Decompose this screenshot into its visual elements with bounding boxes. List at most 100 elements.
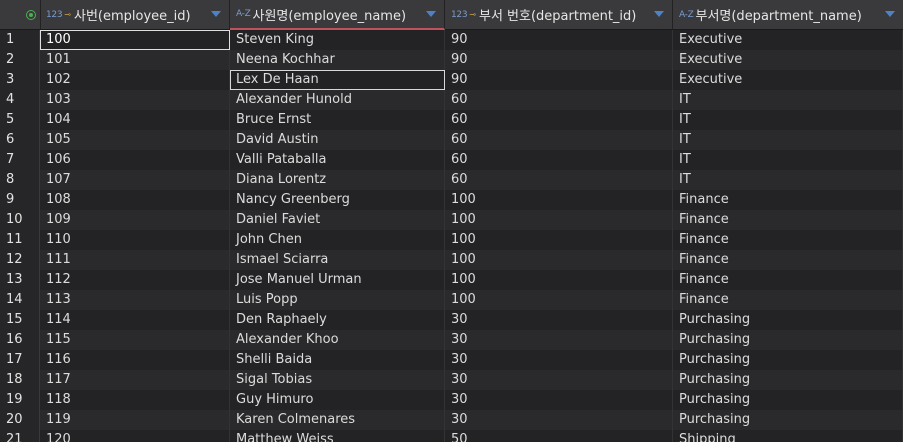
cell-employee-id[interactable]: 110 bbox=[40, 230, 230, 250]
cell-department-name[interactable]: Finance bbox=[673, 230, 903, 250]
cell-employee-id[interactable]: 105 bbox=[40, 130, 230, 150]
cell-department-name[interactable]: Finance bbox=[673, 190, 903, 210]
cell-employee-id[interactable]: 118 bbox=[40, 390, 230, 410]
cell-employee-id[interactable]: 117 bbox=[40, 370, 230, 390]
cell-employee-id[interactable]: 116 bbox=[40, 350, 230, 370]
cell-department-id[interactable]: 30 bbox=[445, 330, 673, 350]
table-row[interactable]: 16 115 Alexander Khoo 30 Purchasing bbox=[0, 330, 903, 350]
cell-department-id[interactable]: 30 bbox=[445, 370, 673, 390]
cell-employee-name[interactable]: Nancy Greenberg bbox=[230, 190, 445, 210]
row-number[interactable]: 10 bbox=[0, 210, 40, 230]
cell-employee-name[interactable]: Luis Popp bbox=[230, 290, 445, 310]
cell-employee-name[interactable]: Sigal Tobias bbox=[230, 370, 445, 390]
row-number[interactable]: 11 bbox=[0, 230, 40, 250]
cell-department-name[interactable]: Finance bbox=[673, 290, 903, 310]
table-row[interactable]: 19 118 Guy Himuro 30 Purchasing bbox=[0, 390, 903, 410]
cell-employee-id[interactable]: 109 bbox=[40, 210, 230, 230]
table-row[interactable]: 1 100 Steven King 90 Executive bbox=[0, 30, 903, 50]
cell-employee-id[interactable]: 103 bbox=[40, 90, 230, 110]
cell-employee-name[interactable]: Den Raphaely bbox=[230, 310, 445, 330]
cell-employee-name[interactable]: Lex De Haan bbox=[230, 70, 445, 90]
row-number[interactable]: 14 bbox=[0, 290, 40, 310]
row-number[interactable]: 9 bbox=[0, 190, 40, 210]
cell-employee-name[interactable]: Alexander Hunold bbox=[230, 90, 445, 110]
table-row[interactable]: 5 104 Bruce Ernst 60 IT bbox=[0, 110, 903, 130]
row-number[interactable]: 18 bbox=[0, 370, 40, 390]
chevron-down-icon[interactable] bbox=[211, 11, 221, 17]
table-row[interactable]: 8 107 Diana Lorentz 60 IT bbox=[0, 170, 903, 190]
cell-department-id[interactable]: 60 bbox=[445, 90, 673, 110]
cell-employee-name[interactable]: Shelli Baida bbox=[230, 350, 445, 370]
table-row[interactable]: 15 114 Den Raphaely 30 Purchasing bbox=[0, 310, 903, 330]
table-row[interactable]: 9 108 Nancy Greenberg 100 Finance bbox=[0, 190, 903, 210]
cell-department-id[interactable]: 100 bbox=[445, 230, 673, 250]
cell-department-name[interactable]: Shipping bbox=[673, 430, 903, 442]
row-number[interactable]: 13 bbox=[0, 270, 40, 290]
row-number[interactable]: 4 bbox=[0, 90, 40, 110]
cell-department-name[interactable]: Purchasing bbox=[673, 350, 903, 370]
cell-department-name[interactable]: Purchasing bbox=[673, 410, 903, 430]
cell-employee-name[interactable]: Bruce Ernst bbox=[230, 110, 445, 130]
row-number[interactable]: 2 bbox=[0, 50, 40, 70]
column-header-department-id[interactable]: 123 ⊸ 부서 번호(department_id) bbox=[445, 0, 673, 29]
row-number[interactable]: 21 bbox=[0, 430, 40, 442]
table-row[interactable]: 12 111 Ismael Sciarra 100 Finance bbox=[0, 250, 903, 270]
cell-employee-id[interactable]: 112 bbox=[40, 270, 230, 290]
table-row[interactable]: 3 102 Lex De Haan 90 Executive bbox=[0, 70, 903, 90]
cell-department-id[interactable]: 60 bbox=[445, 110, 673, 130]
chevron-down-icon[interactable] bbox=[885, 11, 895, 17]
cell-department-name[interactable]: Purchasing bbox=[673, 310, 903, 330]
cell-department-name[interactable]: Executive bbox=[673, 70, 903, 90]
cell-department-id[interactable]: 100 bbox=[445, 270, 673, 290]
cell-employee-name[interactable]: Matthew Weiss bbox=[230, 430, 445, 442]
cell-employee-name[interactable]: Jose Manuel Urman bbox=[230, 270, 445, 290]
table-row[interactable]: 21 120 Matthew Weiss 50 Shipping bbox=[0, 430, 903, 442]
cell-employee-id[interactable]: 100 bbox=[40, 30, 230, 50]
cell-department-name[interactable]: Finance bbox=[673, 270, 903, 290]
table-row[interactable]: 20 119 Karen Colmenares 30 Purchasing bbox=[0, 410, 903, 430]
row-number[interactable]: 3 bbox=[0, 70, 40, 90]
cell-employee-id[interactable]: 111 bbox=[40, 250, 230, 270]
table-row[interactable]: 4 103 Alexander Hunold 60 IT bbox=[0, 90, 903, 110]
row-number[interactable]: 19 bbox=[0, 390, 40, 410]
table-row[interactable]: 17 116 Shelli Baida 30 Purchasing bbox=[0, 350, 903, 370]
cell-department-id[interactable]: 30 bbox=[445, 410, 673, 430]
row-number[interactable]: 15 bbox=[0, 310, 40, 330]
cell-employee-name[interactable]: Daniel Faviet bbox=[230, 210, 445, 230]
cell-employee-id[interactable]: 114 bbox=[40, 310, 230, 330]
cell-department-id[interactable]: 30 bbox=[445, 310, 673, 330]
cell-employee-name[interactable]: David Austin bbox=[230, 130, 445, 150]
row-number[interactable]: 20 bbox=[0, 410, 40, 430]
cell-department-name[interactable]: Executive bbox=[673, 30, 903, 50]
cell-employee-name[interactable]: Neena Kochhar bbox=[230, 50, 445, 70]
chevron-down-icon[interactable] bbox=[426, 11, 436, 17]
cell-employee-name[interactable]: Steven King bbox=[230, 30, 445, 50]
cell-department-id[interactable]: 50 bbox=[445, 430, 673, 442]
cell-department-name[interactable]: IT bbox=[673, 130, 903, 150]
row-number[interactable]: 16 bbox=[0, 330, 40, 350]
table-row[interactable]: 11 110 John Chen 100 Finance bbox=[0, 230, 903, 250]
cell-employee-name[interactable]: Karen Colmenares bbox=[230, 410, 445, 430]
table-row[interactable]: 6 105 David Austin 60 IT bbox=[0, 130, 903, 150]
cell-department-name[interactable]: Purchasing bbox=[673, 390, 903, 410]
cell-employee-id[interactable]: 119 bbox=[40, 410, 230, 430]
table-row[interactable]: 2 101 Neena Kochhar 90 Executive bbox=[0, 50, 903, 70]
cell-employee-name[interactable]: Diana Lorentz bbox=[230, 170, 445, 190]
cell-employee-id[interactable]: 102 bbox=[40, 70, 230, 90]
cell-employee-id[interactable]: 104 bbox=[40, 110, 230, 130]
cell-employee-id[interactable]: 107 bbox=[40, 170, 230, 190]
cell-employee-id[interactable]: 106 bbox=[40, 150, 230, 170]
cell-department-name[interactable]: Finance bbox=[673, 210, 903, 230]
cell-department-id[interactable]: 100 bbox=[445, 250, 673, 270]
cell-department-id[interactable]: 90 bbox=[445, 30, 673, 50]
cell-department-name[interactable]: Purchasing bbox=[673, 370, 903, 390]
cell-department-id[interactable]: 30 bbox=[445, 390, 673, 410]
cell-employee-name[interactable]: Ismael Sciarra bbox=[230, 250, 445, 270]
cell-department-id[interactable]: 60 bbox=[445, 150, 673, 170]
row-number[interactable]: 7 bbox=[0, 150, 40, 170]
table-row[interactable]: 10 109 Daniel Faviet 100 Finance bbox=[0, 210, 903, 230]
column-header-employee-id[interactable]: 123 ⊸ 사번(employee_id) bbox=[40, 0, 230, 29]
cell-department-name[interactable]: IT bbox=[673, 170, 903, 190]
cell-employee-name[interactable]: Valli Pataballa bbox=[230, 150, 445, 170]
column-header-department-name[interactable]: A-Z 부서명(department_name) bbox=[673, 0, 903, 29]
